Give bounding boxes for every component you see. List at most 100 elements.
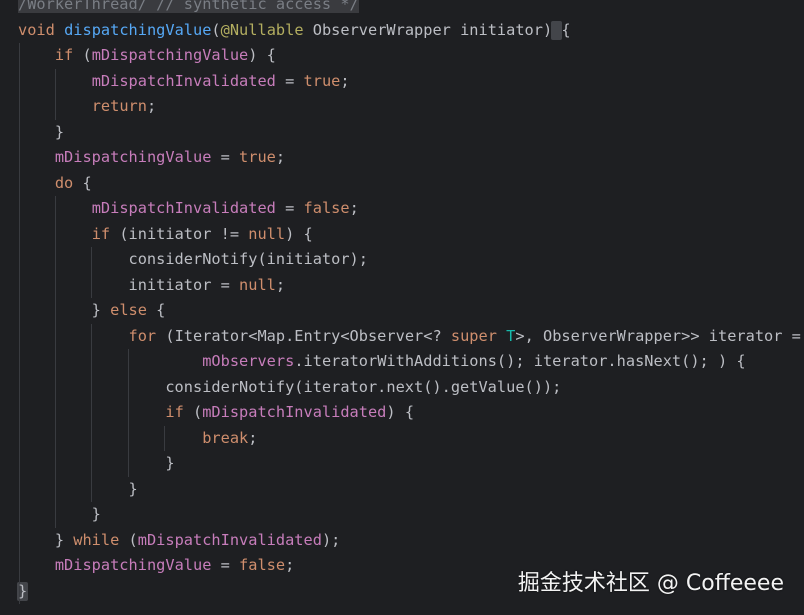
code-token: mDispatchingValue: [54, 556, 212, 574]
code-token: mDispatchingValue: [91, 46, 249, 64]
code-line[interactable]: mDispatchInvalidated = true;: [18, 69, 350, 95]
code-token: (Iterator<Map.Entry<Observer<?: [156, 326, 451, 345]
code-token: void: [18, 20, 55, 39]
code-token: mObservers: [202, 352, 295, 370]
code-token: do: [54, 173, 74, 192]
code-line[interactable]: do {: [18, 171, 92, 197]
code-token: considerNotify(iterator.next().getValue(…: [18, 377, 562, 396]
code-token: (: [119, 530, 138, 549]
code-token: while: [73, 530, 120, 549]
code-line[interactable]: }: [18, 477, 138, 503]
code-token: ;: [340, 71, 350, 90]
code-line[interactable]: mDispatchingValue = false;: [18, 553, 294, 579]
code-token: ) {: [248, 46, 276, 64]
code-token: }: [18, 454, 175, 472]
code-line[interactable]: }: [18, 579, 27, 605]
code-line[interactable]: mObservers.iteratorWithAdditions(); iter…: [18, 349, 746, 375]
code-token: true: [239, 148, 276, 166]
code-line[interactable]: if (mDispatchingValue) {: [18, 43, 276, 69]
code-line[interactable]: for (Iterator<Map.Entry<Observer<? super…: [18, 324, 801, 350]
code-line[interactable]: if (initiator != null) {: [18, 222, 313, 248]
code-token: null: [239, 275, 276, 294]
code-line[interactable]: return;: [18, 94, 156, 120]
code-line[interactable]: mDispatchingValue = true;: [18, 145, 285, 171]
code-token: (: [183, 403, 203, 421]
code-line[interactable]: }: [18, 502, 101, 528]
code-token: ;: [248, 428, 258, 447]
code-line[interactable]: }: [18, 120, 64, 146]
code-token: >, ObserverWrapper>> iterator =: [515, 326, 801, 345]
code-token: }: [18, 505, 101, 523]
code-token: if: [91, 224, 111, 243]
code-editor[interactable]: /WorkerThread/ // synthetic access */ voi…: [0, 0, 804, 615]
code-token: ;: [275, 148, 286, 166]
code-token: false: [303, 199, 350, 217]
code-token: }: [18, 479, 138, 498]
code-line[interactable]: mDispatchInvalidated = false;: [18, 196, 359, 222]
code-token: }: [18, 301, 111, 319]
code-token: false: [239, 556, 286, 574]
code-token: considerNotify(initiator);: [18, 250, 368, 268]
code-line[interactable]: } while (mDispatchInvalidated);: [18, 528, 341, 554]
code-line[interactable]: } else {: [18, 298, 166, 324]
watermark: 掘金技术社区 @ Coffeeee: [517, 571, 784, 596]
code-token: initiator =: [18, 275, 240, 294]
code-line[interactable]: /WorkerThread/ // synthetic access */: [18, 0, 359, 18]
code-line[interactable]: initiator = null;: [18, 273, 286, 299]
code-line[interactable]: void dispatchingValue(@Nullable Observer…: [18, 18, 571, 44]
code-token: ;: [285, 556, 295, 574]
code-token: {: [146, 301, 166, 319]
code-token: ObserverWrapper initiator) {: [303, 20, 571, 39]
code-token: break: [202, 428, 249, 447]
code-token: }: [18, 581, 28, 600]
code-line[interactable]: considerNotify(iterator.next().getValue(…: [18, 375, 561, 401]
code-token: (initiator !=: [110, 224, 249, 243]
code-line[interactable]: break;: [18, 426, 257, 452]
code-line[interactable]: considerNotify(initiator);: [18, 247, 368, 273]
code-token: super: [450, 326, 497, 345]
code-token: mDispatchInvalidated: [91, 71, 276, 90]
code-line[interactable]: }: [18, 451, 175, 477]
code-line[interactable]: if (mDispatchInvalidated) {: [18, 400, 414, 426]
code-token: /WorkerThread/ // synthetic access */: [18, 0, 359, 13]
code-token: ;: [275, 275, 286, 294]
code-token: {: [73, 173, 92, 192]
code-token: ) {: [386, 403, 415, 421]
code-token: =: [211, 556, 240, 574]
code-token: dispatchingValue: [64, 20, 212, 39]
code-token: @Nullable: [220, 20, 304, 39]
code-token: );: [321, 530, 341, 549]
code-token: (: [73, 46, 92, 64]
code-token: mDispatchInvalidated: [202, 403, 387, 421]
code-token: true: [303, 71, 341, 90]
code-token: }: [18, 122, 65, 141]
code-token: if: [165, 403, 184, 421]
code-token: =: [275, 71, 304, 90]
code-token: mDispatchInvalidated: [91, 199, 276, 217]
code-token: =: [275, 199, 304, 217]
code-token: T: [506, 326, 516, 345]
code-token: null: [248, 224, 286, 243]
code-token: mDispatchInvalidated: [137, 530, 322, 549]
code-token: }: [18, 530, 74, 549]
code-token: if: [54, 46, 74, 64]
code-token: .iteratorWithAdditions(); iterator.hasNe…: [294, 352, 746, 370]
code-token: ;: [146, 97, 157, 115]
code-token: return: [91, 97, 147, 115]
code-token: (: [211, 20, 221, 39]
code-token: ;: [349, 199, 359, 217]
